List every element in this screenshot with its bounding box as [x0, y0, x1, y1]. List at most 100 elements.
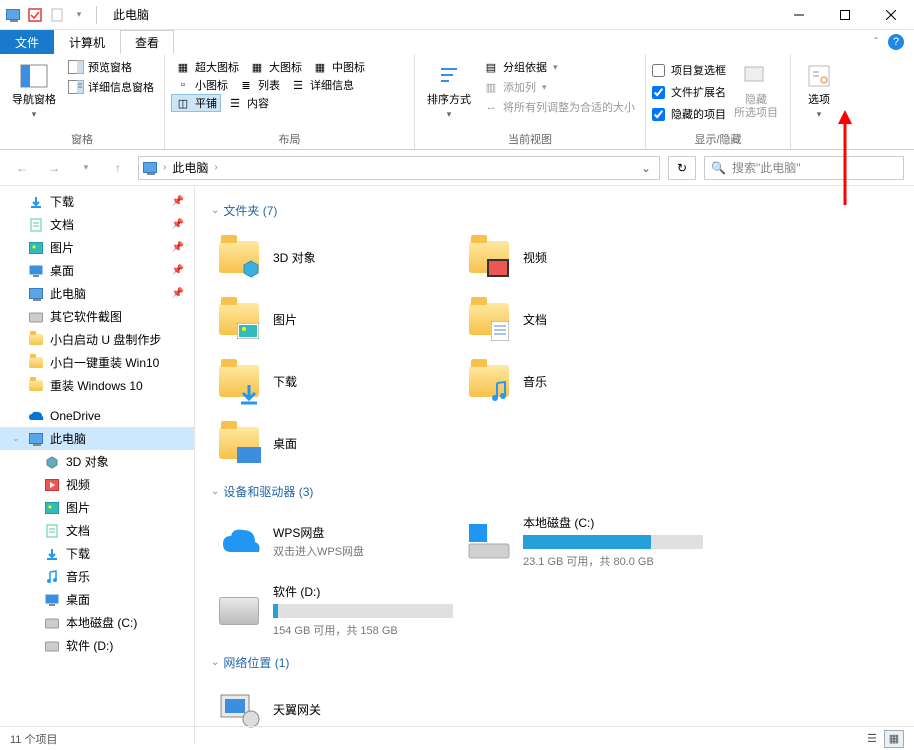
breadcrumb-pc[interactable]: 此电脑: [172, 159, 208, 176]
view-details-toggle[interactable]: ☰: [862, 730, 882, 748]
sidebar-item[interactable]: 下载: [0, 542, 194, 565]
sidebar-item[interactable]: 软件 (D:): [0, 634, 194, 657]
collapse-ribbon-icon[interactable]: ˆ: [874, 35, 878, 49]
folder-tile[interactable]: 桌面: [211, 415, 461, 471]
sidebar-item[interactable]: 本地磁盘 (C:): [0, 611, 194, 634]
sidebar-item[interactable]: 图片: [0, 496, 194, 519]
folder-tile[interactable]: 视频: [461, 229, 711, 285]
folder-icon: [215, 233, 263, 281]
minimize-button[interactable]: [776, 0, 822, 30]
sidebar-item[interactable]: 音乐: [0, 565, 194, 588]
back-button[interactable]: ←: [10, 156, 34, 180]
sidebar-item-icon: [44, 638, 60, 654]
sidebar-item[interactable]: 其它软件截图: [0, 305, 194, 328]
layout-l-icons[interactable]: ▦大图标: [245, 58, 306, 76]
sidebar-item[interactable]: 文档📌: [0, 213, 194, 236]
folder-tile[interactable]: 文档: [461, 291, 711, 347]
search-box[interactable]: 🔍 搜索"此电脑": [704, 156, 904, 180]
pin-icon: 📌: [172, 242, 184, 253]
chevron-down-icon: ⌄: [211, 205, 219, 216]
layout-details[interactable]: ☰详细信息: [286, 76, 358, 94]
sidebar-item[interactable]: 下载📌: [0, 190, 194, 213]
breadcrumb-sep[interactable]: ›: [163, 162, 166, 173]
layout-m-icons[interactable]: ▦中图标: [308, 58, 369, 76]
sort-by-button[interactable]: 排序方式 ▾: [421, 58, 477, 122]
autosize-columns-button[interactable]: ↔将所有列调整为合适的大小: [479, 98, 639, 116]
folder-icon: [465, 357, 513, 405]
sidebar-item-label: 视频: [66, 476, 90, 493]
layout-tiles[interactable]: ◫平铺: [171, 94, 221, 112]
sidebar-item-icon: [44, 500, 60, 516]
checkbox-extensions[interactable]: 文件扩展名: [652, 82, 726, 102]
layout-xl-icons[interactable]: ▦超大图标: [171, 58, 243, 76]
address-dropdown-icon[interactable]: ⌄: [637, 161, 655, 175]
folder-tile[interactable]: 下载: [211, 353, 461, 409]
add-columns-button[interactable]: ▥添加列▾: [479, 78, 639, 96]
drive-wps[interactable]: WPS网盘 双击进入WPS网盘: [211, 510, 461, 573]
drive-icon: [215, 587, 263, 635]
tab-view[interactable]: 查看: [120, 30, 174, 54]
tab-computer[interactable]: 计算机: [54, 30, 120, 54]
address-box[interactable]: › 此电脑 › ⌄: [138, 156, 660, 180]
section-network[interactable]: ⌄ 网络位置 (1): [211, 648, 898, 681]
drive-c[interactable]: 本地磁盘 (C:) 23.1 GB 可用，共 80.0 GB: [461, 510, 711, 573]
content-area[interactable]: ⌄ 文件夹 (7) 3D 对象 视频图片文档下载音乐桌面 ⌄ 设备和驱动器 (3)…: [195, 186, 914, 744]
system-icon[interactable]: [4, 6, 22, 24]
recent-dropdown[interactable]: ▾: [74, 156, 98, 180]
sidebar-item-label: 音乐: [66, 568, 90, 585]
navigation-sidebar[interactable]: 下载📌文档📌图片📌桌面📌此电脑📌其它软件截图小白启动 U 盘制作步小白一键重装 …: [0, 186, 195, 744]
section-drives[interactable]: ⌄ 设备和驱动器 (3): [211, 477, 898, 510]
checkbox-hidden-items[interactable]: 隐藏的项目: [652, 104, 726, 124]
folder-name: 视频: [523, 249, 547, 266]
breadcrumb-sep[interactable]: ›: [214, 162, 217, 173]
status-bar: 11 个项目 ☰ ▦: [0, 726, 914, 750]
layout-list[interactable]: ≣列表: [234, 76, 284, 94]
layout-content[interactable]: ☰内容: [223, 94, 273, 112]
tab-file[interactable]: 文件: [0, 30, 54, 54]
folder-tile[interactable]: 3D 对象: [211, 229, 461, 285]
sidebar-item[interactable]: 此电脑📌: [0, 282, 194, 305]
sidebar-item[interactable]: 视频: [0, 473, 194, 496]
section-folders[interactable]: ⌄ 文件夹 (7): [211, 196, 898, 229]
sidebar-item[interactable]: 小白一键重装 Win10: [0, 351, 194, 374]
qat-dropdown-icon[interactable]: ▾: [70, 6, 88, 24]
sidebar-item-icon: [44, 454, 60, 470]
sidebar-item[interactable]: 图片📌: [0, 236, 194, 259]
qat-doc-icon[interactable]: [48, 6, 66, 24]
refresh-button[interactable]: ↻: [668, 156, 696, 180]
hide-selected-button[interactable]: 隐藏 所选项目: [728, 58, 784, 122]
layout-s-icons[interactable]: ▫小图标: [171, 76, 232, 94]
checkbox-item-boxes[interactable]: 项目复选框: [652, 60, 726, 80]
help-icon[interactable]: ?: [888, 34, 904, 50]
sidebar-item-icon: [28, 217, 44, 233]
pin-icon: 📌: [172, 288, 184, 299]
details-pane-button[interactable]: 详细信息窗格: [64, 78, 158, 96]
sidebar-item[interactable]: 小白启动 U 盘制作步: [0, 328, 194, 351]
qat-props-icon[interactable]: [26, 6, 44, 24]
sidebar-item-label: 文档: [66, 522, 90, 539]
sidebar-item-label: 小白启动 U 盘制作步: [50, 331, 161, 348]
up-button[interactable]: ↑: [106, 156, 130, 180]
sidebar-item[interactable]: 桌面📌: [0, 259, 194, 282]
folder-tile[interactable]: 图片: [211, 291, 461, 347]
sidebar-item[interactable]: 3D 对象: [0, 450, 194, 473]
group-by-button[interactable]: ▤分组依据▾: [479, 58, 639, 76]
nav-pane-button[interactable]: 导航窗格 ▾: [6, 58, 62, 122]
sidebar-item[interactable]: ⌄此电脑: [0, 427, 194, 450]
sidebar-item[interactable]: OneDrive: [0, 405, 194, 427]
close-button[interactable]: [868, 0, 914, 30]
sidebar-item[interactable]: 桌面: [0, 588, 194, 611]
view-tiles-toggle[interactable]: ▦: [884, 730, 904, 748]
sidebar-item[interactable]: 文档: [0, 519, 194, 542]
maximize-button[interactable]: [822, 0, 868, 30]
sidebar-item[interactable]: 重装 Windows 10: [0, 374, 194, 397]
sidebar-item-label: OneDrive: [50, 409, 101, 423]
preview-pane-button[interactable]: 预览窗格: [64, 58, 158, 76]
drive-d[interactable]: 软件 (D:) 154 GB 可用，共 158 GB: [211, 579, 461, 642]
folder-icon: [465, 233, 513, 281]
options-button[interactable]: 选项 ▾: [797, 58, 841, 122]
forward-button[interactable]: →: [42, 156, 66, 180]
sidebar-item-icon: [28, 378, 44, 394]
folder-tile[interactable]: 音乐: [461, 353, 711, 409]
folder-name: 桌面: [273, 435, 297, 452]
